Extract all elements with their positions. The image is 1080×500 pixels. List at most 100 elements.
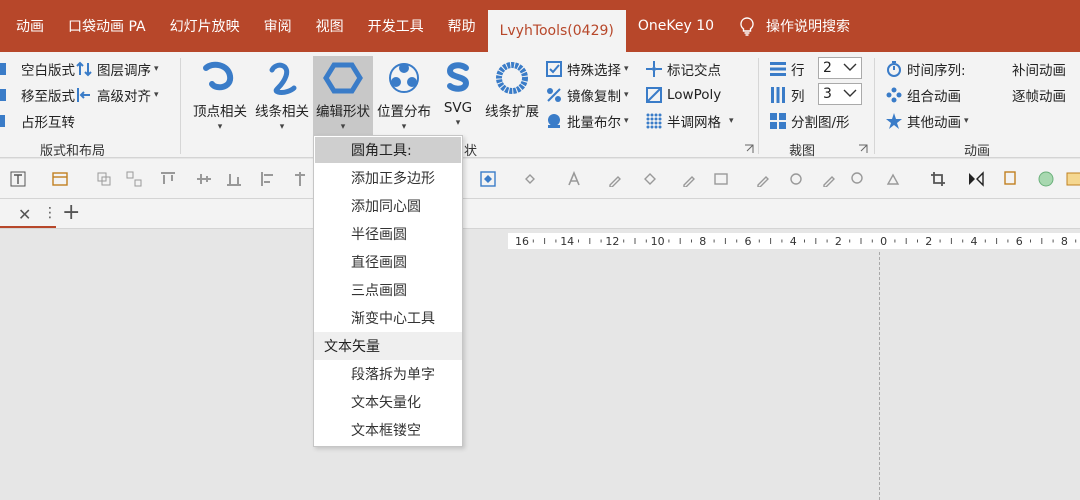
crop-icon[interactable] xyxy=(930,171,946,187)
glow-icon[interactable] xyxy=(886,171,902,187)
percent-icon xyxy=(547,88,561,102)
other-animation-button[interactable]: 其他动画 ▾ xyxy=(886,110,969,132)
mirror-copy-button[interactable]: 镜像复制 ▾ xyxy=(546,84,629,106)
tab-review[interactable]: 审阅 xyxy=(252,0,304,52)
chevron-down-icon: ▾ xyxy=(455,118,461,128)
layout-icon[interactable] xyxy=(52,171,68,187)
swap-icon xyxy=(0,115,5,127)
tab-label: 审阅 xyxy=(263,19,292,35)
tab-animation[interactable]: 动画 xyxy=(0,0,56,52)
cols-select[interactable]: 3 xyxy=(818,83,862,105)
menu-item-radius-circle[interactable]: 半径画圆 xyxy=(314,220,462,248)
eyedropper-icon[interactable] xyxy=(822,171,838,187)
search-label: 操作说明搜索 xyxy=(766,19,851,35)
position-distribute-button[interactable]: 位置分布 ▾ xyxy=(374,56,434,136)
tab-slideshow[interactable]: 幻灯片放映 xyxy=(158,0,252,52)
split-image-button[interactable]: 分割图/形 xyxy=(770,110,850,132)
close-icon[interactable]: ✕ xyxy=(18,205,31,224)
placeholder-shape-swap-button[interactable]: 占形互转 xyxy=(0,110,75,132)
rows-select[interactable]: 2 xyxy=(818,57,862,79)
ruler-label: 8 xyxy=(1061,235,1068,248)
arrange-icon[interactable] xyxy=(126,171,142,187)
special-select-button[interactable]: 特殊选择 ▾ xyxy=(546,58,629,80)
line-tools-button[interactable]: 线条相关 ▾ xyxy=(252,56,312,136)
layer-order-button[interactable]: 图层调序 ▾ xyxy=(76,58,159,80)
shape-outline-icon[interactable] xyxy=(522,171,538,187)
chevron-down-icon: ▾ xyxy=(624,116,629,126)
vertex-tools-button[interactable]: 顶点相关 ▾ xyxy=(190,56,250,136)
group-animation-button[interactable]: 组合动画 xyxy=(886,84,961,106)
effects-icon[interactable] xyxy=(788,171,804,187)
crosshair-icon xyxy=(646,61,662,77)
button-label: 特殊选择 xyxy=(567,63,621,79)
text-frame-icon[interactable] xyxy=(10,171,26,187)
align-bottom-icon[interactable] xyxy=(226,171,242,187)
align-middle-icon[interactable] xyxy=(196,171,212,187)
document-tab-strip: ✕ ⋮ + xyxy=(0,199,1080,229)
blank-layout-button[interactable]: 空白版式 xyxy=(0,58,75,80)
button-label: 分割图/形 xyxy=(791,115,850,131)
align-center-icon[interactable] xyxy=(292,171,308,187)
tab-developer[interactable]: 开发工具 xyxy=(356,0,436,52)
copy-icon[interactable] xyxy=(96,171,112,187)
dialog-launcher-icon[interactable] xyxy=(858,144,868,154)
menu-item-textbox-cutout[interactable]: 文本框镂空 xyxy=(314,416,462,444)
eyedropper-icon[interactable] xyxy=(608,171,624,187)
tab-view[interactable]: 视图 xyxy=(304,0,356,52)
button-label: 占形互转 xyxy=(21,115,75,131)
text-box-icon[interactable] xyxy=(1066,171,1080,187)
pen-outline-icon[interactable] xyxy=(714,171,730,187)
menu-item-add-concentric-circle[interactable]: 添加同心圆 xyxy=(314,192,462,220)
menu-item-diameter-circle[interactable]: 直径画圆 xyxy=(314,248,462,276)
fill-bucket-icon[interactable] xyxy=(642,171,658,187)
lowpoly-button[interactable]: LowPoly xyxy=(646,84,721,106)
button-label: 半调网格 xyxy=(667,115,721,131)
line-expand-button[interactable]: 线条扩展 xyxy=(482,56,542,136)
hexagon-icon xyxy=(323,62,363,94)
tab-lvyhtools[interactable]: LvyhTools(0429) xyxy=(487,10,626,52)
tab-pocket-animation[interactable]: 口袋动画 PA xyxy=(56,0,158,52)
group-label-shape: 状 xyxy=(464,144,478,159)
frame-animation-button[interactable]: 逐帧动画 xyxy=(1012,84,1066,106)
eyedropper-icon[interactable] xyxy=(682,171,698,187)
chevron-down-icon: ▾ xyxy=(217,122,223,132)
lightbulb-icon xyxy=(740,17,754,36)
advanced-align-button[interactable]: 高级对齐 ▾ xyxy=(76,84,159,106)
svg-button[interactable]: SVG ▾ xyxy=(436,56,480,136)
menu-item-split-paragraph[interactable]: 段落拆为单字 xyxy=(314,360,462,388)
batch-boolean-button[interactable]: 批量布尔 ▾ xyxy=(546,110,629,132)
tab-onekey[interactable]: OneKey 10 xyxy=(626,0,726,52)
button-label: 线条相关 xyxy=(255,104,309,120)
align-left-icon[interactable] xyxy=(260,171,276,187)
halftone-grid-button[interactable]: 半调网格 ▾ xyxy=(646,110,734,132)
tab-help[interactable]: 帮助 xyxy=(436,0,488,52)
row-label-text: 行 xyxy=(791,63,805,79)
edit-shape-button[interactable]: 编辑形状 ▾ xyxy=(313,56,373,136)
menu-item-gradient-center-tool[interactable]: 渐变中心工具 xyxy=(314,304,462,332)
menu-item-vectorize-text[interactable]: 文本矢量化 xyxy=(314,388,462,416)
shadow-icon[interactable] xyxy=(850,171,866,187)
time-sequence-button[interactable]: 时间序列: xyxy=(886,58,966,80)
move-to-layout-button[interactable]: 移至版式 xyxy=(0,84,75,106)
more-vertical-icon[interactable]: ⋮ xyxy=(43,205,57,221)
picture-tools-icon[interactable] xyxy=(1004,171,1020,187)
circle-shape-icon[interactable] xyxy=(1038,171,1054,187)
eyedropper-icon[interactable] xyxy=(756,171,772,187)
shape-style-icon[interactable] xyxy=(480,171,496,187)
dialog-launcher-icon[interactable] xyxy=(744,144,754,154)
font-color-icon[interactable] xyxy=(566,171,582,187)
flip-icon[interactable] xyxy=(968,171,984,187)
mark-intersection-button[interactable]: 标记交点 xyxy=(646,58,721,80)
button-label: 顶点相关 xyxy=(193,104,247,120)
button-label: 标记交点 xyxy=(667,63,721,79)
add-tab-icon[interactable]: + xyxy=(62,200,80,225)
horizontal-ruler: 16 14 12 10 8 6 4 2 0 2 4 6 8 xyxy=(508,233,1080,249)
tween-animation-button[interactable]: 补间动画 xyxy=(1012,58,1066,80)
align-top-icon[interactable] xyxy=(160,171,176,187)
menu-item-three-point-circle[interactable]: 三点画圆 xyxy=(314,276,462,304)
menu-item-add-regular-polygon[interactable]: 添加正多边形 xyxy=(314,164,462,192)
button-label: 空白版式 xyxy=(21,63,75,79)
menu-item-rounded-corner-tool[interactable]: 圆角工具: xyxy=(315,137,461,163)
tab-label: 帮助 xyxy=(447,19,476,35)
tell-me-search[interactable]: 操作说明搜索 xyxy=(726,0,862,52)
